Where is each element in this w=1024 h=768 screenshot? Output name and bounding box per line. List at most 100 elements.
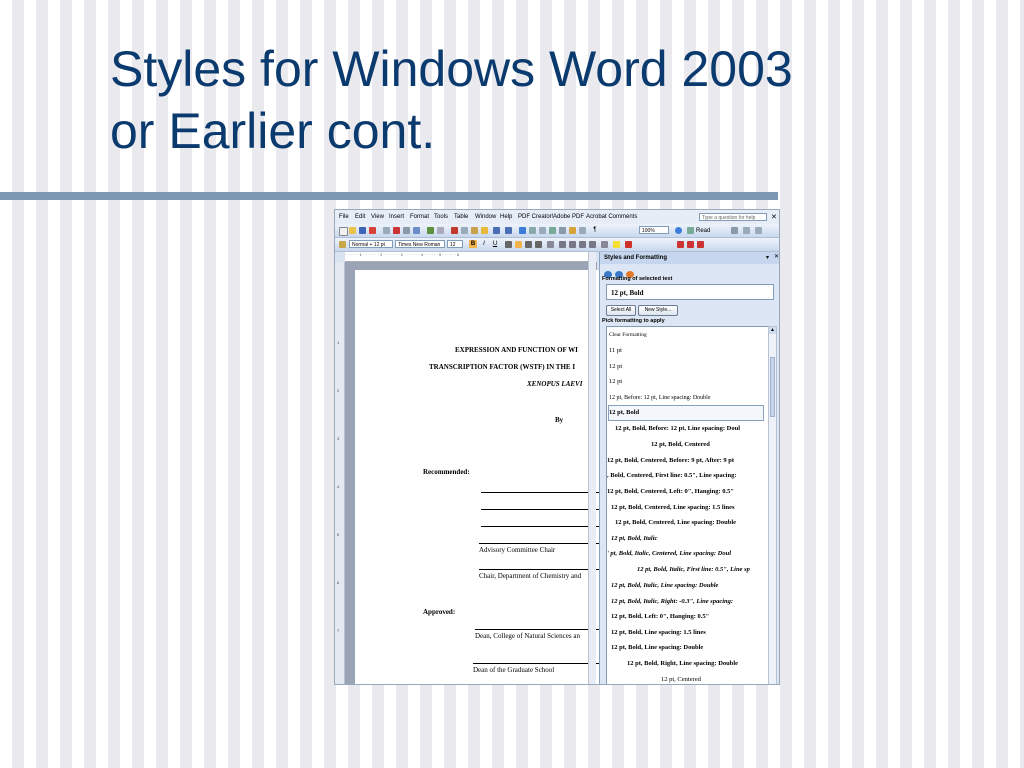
select-all-button[interactable]: Select All [606,305,636,316]
menu-acrobat-comments[interactable]: Acrobat Comments [586,214,637,220]
permission-icon[interactable] [369,227,376,234]
undo-icon[interactable] [493,227,500,234]
menu-help[interactable]: Help [500,214,512,220]
style-item[interactable]: 12 pt, Before: 12 pt, Line spacing: Doub… [609,391,710,405]
cut-icon[interactable] [451,227,458,234]
menu-table[interactable]: Table [454,214,468,220]
style-item[interactable]: 11 pt [609,344,622,358]
style-item[interactable]: 12 pt [609,360,622,374]
font-size-select[interactable]: 12 [447,240,463,248]
decrease-indent-icon[interactable] [579,241,586,248]
hyperlink-icon[interactable] [519,227,526,234]
format-painter-icon[interactable] [481,227,488,234]
read-label[interactable]: Read [696,228,710,234]
style-item[interactable]: 12 pt, Centered [661,673,701,684]
bold-button[interactable]: B [469,240,477,248]
pdf-email-icon[interactable] [687,241,694,248]
align-left-icon[interactable] [505,241,512,248]
style-item[interactable]: 12 pt, Bold, Centered, Line spacing: 1.5… [611,501,735,515]
show-hide-icon[interactable]: ¶ [591,226,599,234]
align-center-icon[interactable] [515,241,522,248]
style-item[interactable]: 12 pt, Bold, Centered, Before: 9 pt, Aft… [607,454,734,468]
style-item[interactable]: 12 pt, Bold, Before: 12 pt, Line spacing… [615,422,740,436]
scroll-thumb[interactable] [770,357,775,417]
menu-adobe-pdf[interactable]: Adobe PDF [553,214,584,220]
style-item[interactable]: 12 pt, Bold, Italic, First line: 0.5", L… [637,563,750,577]
line-spacing-icon[interactable] [547,241,554,248]
menu-edit[interactable]: Edit [355,214,365,220]
menu-view[interactable]: View [371,214,384,220]
document-map-icon[interactable] [579,227,586,234]
style-item[interactable]: 12 pt, Bold, Centered [651,438,710,452]
new-style-button[interactable]: New Style... [638,305,678,316]
help-search-input[interactable]: Type a question for help [699,213,767,221]
style-item[interactable]: ' pt, Bold, Italic, Centered, Line spaci… [607,547,731,561]
read-icon[interactable] [687,227,694,234]
style-item[interactable]: Clear Formatting [609,328,647,342]
style-item[interactable]: 12 pt [609,375,622,389]
justify-icon[interactable] [535,241,542,248]
outline-icon[interactable] [743,227,750,234]
insert-table-icon[interactable] [539,227,546,234]
style-item[interactable]: , Bold, Centered, First line: 0.5", Line… [607,469,737,483]
scroll-up-icon[interactable]: ▲ [769,327,776,334]
drawing-icon[interactable] [569,227,576,234]
pane-dropdown-icon[interactable]: ▾ [766,254,769,261]
style-item[interactable]: 12 pt, Bold, Italic, Line spacing: Doubl… [611,579,718,593]
pdf-convert-icon[interactable] [677,241,684,248]
new-document-icon[interactable] [339,227,348,236]
layout-icon[interactable] [731,227,738,234]
underline-button[interactable]: U [491,240,499,248]
open-folder-icon[interactable] [349,227,356,234]
email-icon[interactable] [383,227,390,234]
menu-window[interactable]: Window [475,214,496,220]
font-color-icon[interactable] [625,241,632,248]
pane-close-icon[interactable]: ✕ [774,253,779,260]
increase-indent-icon[interactable] [589,241,596,248]
document-area[interactable]: EXPRESSION AND FUNCTION OF WI TRANSCRIPT… [345,262,605,684]
copy-icon[interactable] [461,227,468,234]
style-item[interactable]: 12 pt, Bold, Line spacing: Double [611,641,703,655]
close-icon[interactable]: ✕ [771,213,777,221]
style-item[interactable]: 12 pt, Bold, Centered, Line spacing: Dou… [615,516,736,530]
style-item[interactable]: 12 pt, Bold, Italic [611,532,657,546]
save-icon[interactable] [359,227,366,234]
insert-excel-icon[interactable] [549,227,556,234]
pdf-icon[interactable] [393,227,400,234]
numbering-icon[interactable] [559,241,566,248]
zoom-select[interactable]: 100% [639,226,669,234]
menu-tools[interactable]: Tools [434,214,448,220]
horizontal-ruler[interactable]: · · · · · · 1 · · · · · · · 2 · · · · · … [345,252,595,262]
style-item[interactable]: 12 pt, Bold, Left: 0", Hanging: 0.5" [611,610,709,624]
style-item[interactable]: 12 pt, Bold, Line spacing: 1.5 lines [611,626,706,640]
style-select[interactable]: Normal + 12 pt [349,240,393,248]
redo-icon[interactable] [505,227,512,234]
help-icon[interactable] [675,227,682,234]
columns-icon[interactable] [559,227,566,234]
document-page[interactable]: EXPRESSION AND FUNCTION OF WI TRANSCRIPT… [355,270,605,684]
italic-button[interactable]: I [480,240,488,248]
bullets-icon[interactable] [569,241,576,248]
borders-icon[interactable] [601,241,608,248]
selected-formatting-box[interactable]: 12 pt, Bold [606,284,774,300]
style-list-scrollbar[interactable]: ▲ [768,326,777,684]
styles-pane-icon[interactable] [339,241,346,248]
align-right-icon[interactable] [525,241,532,248]
print-layout-icon[interactable] [755,227,762,234]
style-item[interactable]: 12 pt, Bold, Italic, Right: -0.3", Line … [611,595,733,609]
highlight-icon[interactable] [613,241,620,248]
document-scrollbar[interactable] [588,252,596,684]
pdf-review-icon[interactable] [697,241,704,248]
print-icon[interactable] [403,227,410,234]
menu-pdf-creator[interactable]: PDF Creator! [518,214,553,220]
menu-file[interactable]: File [339,214,349,220]
menu-format[interactable]: Format [410,214,429,220]
style-item-selected[interactable]: 12 pt, Bold [608,405,764,421]
font-select[interactable]: Times New Roman [395,240,445,248]
paste-icon[interactable] [471,227,478,234]
tables-borders-icon[interactable] [529,227,536,234]
spelling-icon[interactable] [427,227,434,234]
vertical-ruler[interactable]: 1 2 3 4 5 6 7 [335,262,345,684]
print-preview-icon[interactable] [413,227,420,234]
menu-insert[interactable]: Insert [389,214,404,220]
